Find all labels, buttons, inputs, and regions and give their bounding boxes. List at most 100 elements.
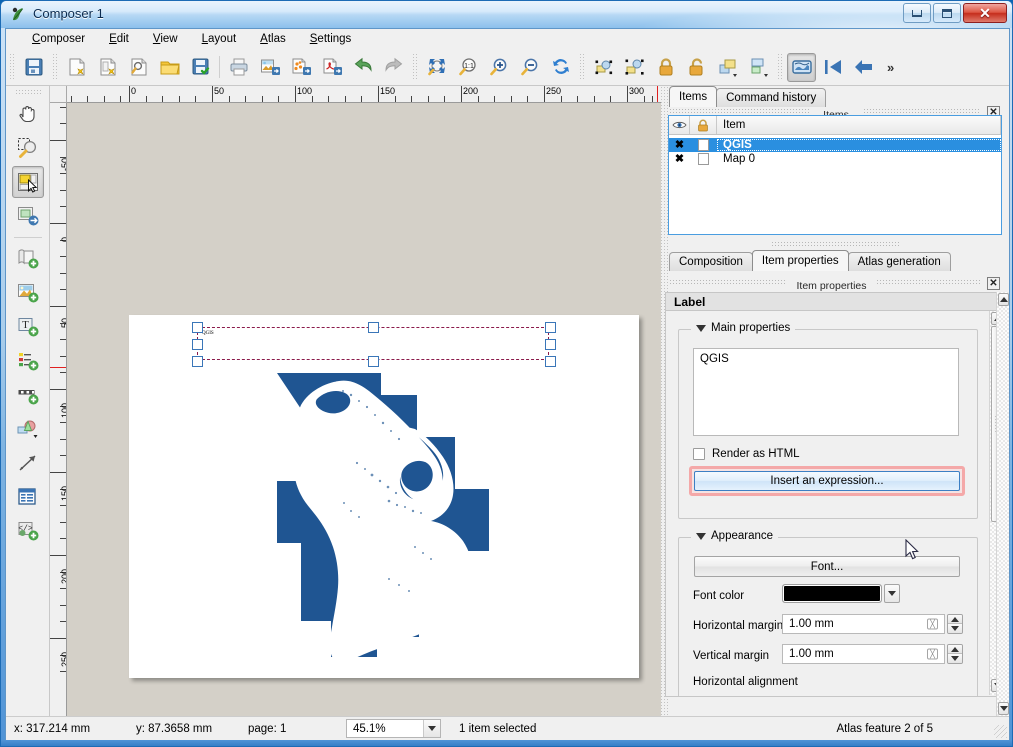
stepper-down-icon[interactable] <box>948 624 962 633</box>
menu-composer[interactable]: Composer <box>20 31 97 47</box>
font-button[interactable]: Font... <box>694 556 960 577</box>
alignment-center-radio[interactable] <box>749 696 761 697</box>
resize-handle-n[interactable] <box>368 322 379 333</box>
pan-tool-icon[interactable] <box>12 98 44 130</box>
alignment-right-radio[interactable] <box>819 696 831 697</box>
ungroup-items-icon[interactable] <box>620 53 649 82</box>
label-item-qgis[interactable]: QGIS <box>197 327 549 360</box>
toolbar-grip-3[interactable] <box>411 54 418 80</box>
add-image-icon[interactable] <box>12 277 44 309</box>
atlas-previous-feature-icon[interactable] <box>849 53 878 82</box>
vertical-margin-stepper[interactable] <box>947 644 963 664</box>
resize-handle-w[interactable] <box>192 339 203 350</box>
composition-canvas[interactable]: QGIS <box>67 103 661 716</box>
composer-manager-icon[interactable] <box>124 53 153 82</box>
add-html-frame-icon[interactable]: </> <box>12 515 44 547</box>
outer-scroll-up-icon[interactable] <box>998 293 1009 306</box>
table-row[interactable]: ✖ Map 0 <box>669 152 1001 166</box>
toolbar-overflow-button[interactable]: » <box>879 60 902 75</box>
zoom-actual-icon[interactable]: 1:1 <box>453 53 482 82</box>
stepper-up-icon[interactable] <box>948 645 962 654</box>
add-shape-icon[interactable] <box>12 413 44 445</box>
refresh-icon[interactable] <box>546 53 575 82</box>
menu-view[interactable]: View <box>141 31 190 47</box>
dock-splitter-handle[interactable] <box>771 241 901 247</box>
unlock-items-icon[interactable] <box>682 53 711 82</box>
main-properties-title[interactable]: Main properties <box>691 322 795 334</box>
load-from-template-icon[interactable] <box>155 53 184 82</box>
export-image-icon[interactable] <box>255 53 284 82</box>
alignment-center-radio-row[interactable]: Center <box>749 696 802 697</box>
horizontal-margin-input[interactable]: 1.00 mm ╳ <box>782 614 945 634</box>
row-lock-checkbox[interactable] <box>690 153 717 165</box>
close-button[interactable]: ✕ <box>963 3 1007 23</box>
items-dock-grip-right[interactable] <box>863 108 981 115</box>
tab-items[interactable]: Items <box>669 86 717 107</box>
menu-settings[interactable]: Settings <box>298 31 364 47</box>
map-item-map0[interactable] <box>239 365 517 667</box>
alignment-right-radio-row[interactable]: Right <box>819 696 864 697</box>
zoom-level-combobox[interactable]: 45.1% <box>346 719 441 738</box>
properties-outer-scrollbar[interactable] <box>996 292 1009 716</box>
save-as-template-icon[interactable] <box>186 53 215 82</box>
vertical-margin-input[interactable]: 1.00 mm ╳ <box>782 644 945 664</box>
toolbar-grip-2[interactable] <box>51 54 58 80</box>
horizontal-margin-stepper[interactable] <box>947 614 963 634</box>
properties-dock-close-icon[interactable]: ✕ <box>987 277 1000 290</box>
tab-command-history[interactable]: Command history <box>716 88 826 107</box>
resize-handle-nw[interactable] <box>192 322 203 333</box>
add-legend-icon[interactable] <box>12 345 44 377</box>
undo-icon[interactable] <box>348 53 377 82</box>
table-row[interactable]: ✖ QGIS <box>669 138 1001 152</box>
tab-item-properties[interactable]: Item properties <box>752 250 849 271</box>
alignment-left-radio[interactable] <box>693 696 705 697</box>
row-lock-checkbox[interactable] <box>690 139 717 151</box>
stepper-up-icon[interactable] <box>948 615 962 624</box>
menu-layout[interactable]: Layout <box>190 31 249 47</box>
tab-atlas-generation[interactable]: Atlas generation <box>848 252 951 271</box>
items-dock-grip-left[interactable] <box>669 108 809 115</box>
window-resize-grip[interactable] <box>994 725 1007 738</box>
resize-handle-ne[interactable] <box>545 322 556 333</box>
group-items-icon[interactable] <box>589 53 618 82</box>
atlas-preview-icon[interactable] <box>787 53 816 82</box>
alignment-left-radio-row[interactable]: Left <box>693 696 730 697</box>
save-project-icon[interactable] <box>19 53 48 82</box>
print-icon[interactable] <box>224 53 253 82</box>
properties-dock-grip-left[interactable] <box>669 279 787 286</box>
row-visibility-checkbox[interactable]: ✖ <box>669 140 690 151</box>
clear-icon[interactable]: ╳ <box>927 619 938 630</box>
zoom-in-icon[interactable] <box>484 53 513 82</box>
minimize-button[interactable] <box>903 3 931 23</box>
duplicate-composition-icon[interactable] <box>93 53 122 82</box>
maximize-button[interactable] <box>933 3 961 23</box>
toolbar-grip-5[interactable] <box>776 54 783 80</box>
resize-handle-sw[interactable] <box>192 356 203 367</box>
move-item-content-icon[interactable] <box>12 200 44 232</box>
zoom-tool-icon[interactable] <box>12 132 44 164</box>
zoom-full-icon[interactable] <box>422 53 451 82</box>
properties-dock-grip-right[interactable] <box>876 279 981 286</box>
add-scalebar-icon[interactable] <box>12 379 44 411</box>
clear-icon[interactable]: ╳ <box>927 649 938 660</box>
label-text-input[interactable]: QGIS <box>693 348 959 436</box>
export-pdf-icon[interactable] <box>317 53 346 82</box>
atlas-first-feature-icon[interactable] <box>818 53 847 82</box>
redo-icon[interactable] <box>379 53 408 82</box>
outer-scroll-down-icon[interactable] <box>998 702 1009 715</box>
items-tree[interactable]: Item ✖ QGIS ✖ Map 0 <box>668 115 1002 235</box>
toolbar-grip-4[interactable] <box>578 54 585 80</box>
add-arrow-icon[interactable] <box>12 447 44 479</box>
align-items-icon[interactable] <box>744 53 773 82</box>
raise-items-icon[interactable] <box>713 53 742 82</box>
menu-edit[interactable]: Edit <box>97 31 141 47</box>
zoom-out-icon[interactable] <box>515 53 544 82</box>
insert-expression-button[interactable]: Insert an expression... <box>694 471 960 491</box>
render-as-html-checkbox[interactable] <box>693 448 705 460</box>
chevron-down-icon[interactable] <box>423 720 440 737</box>
font-color-dropdown-button[interactable] <box>884 584 900 603</box>
font-color-swatch[interactable] <box>782 584 882 603</box>
composition-page[interactable]: QGIS <box>129 315 639 678</box>
toolbar-grip[interactable] <box>8 54 15 80</box>
add-label-icon[interactable]: T <box>12 311 44 343</box>
